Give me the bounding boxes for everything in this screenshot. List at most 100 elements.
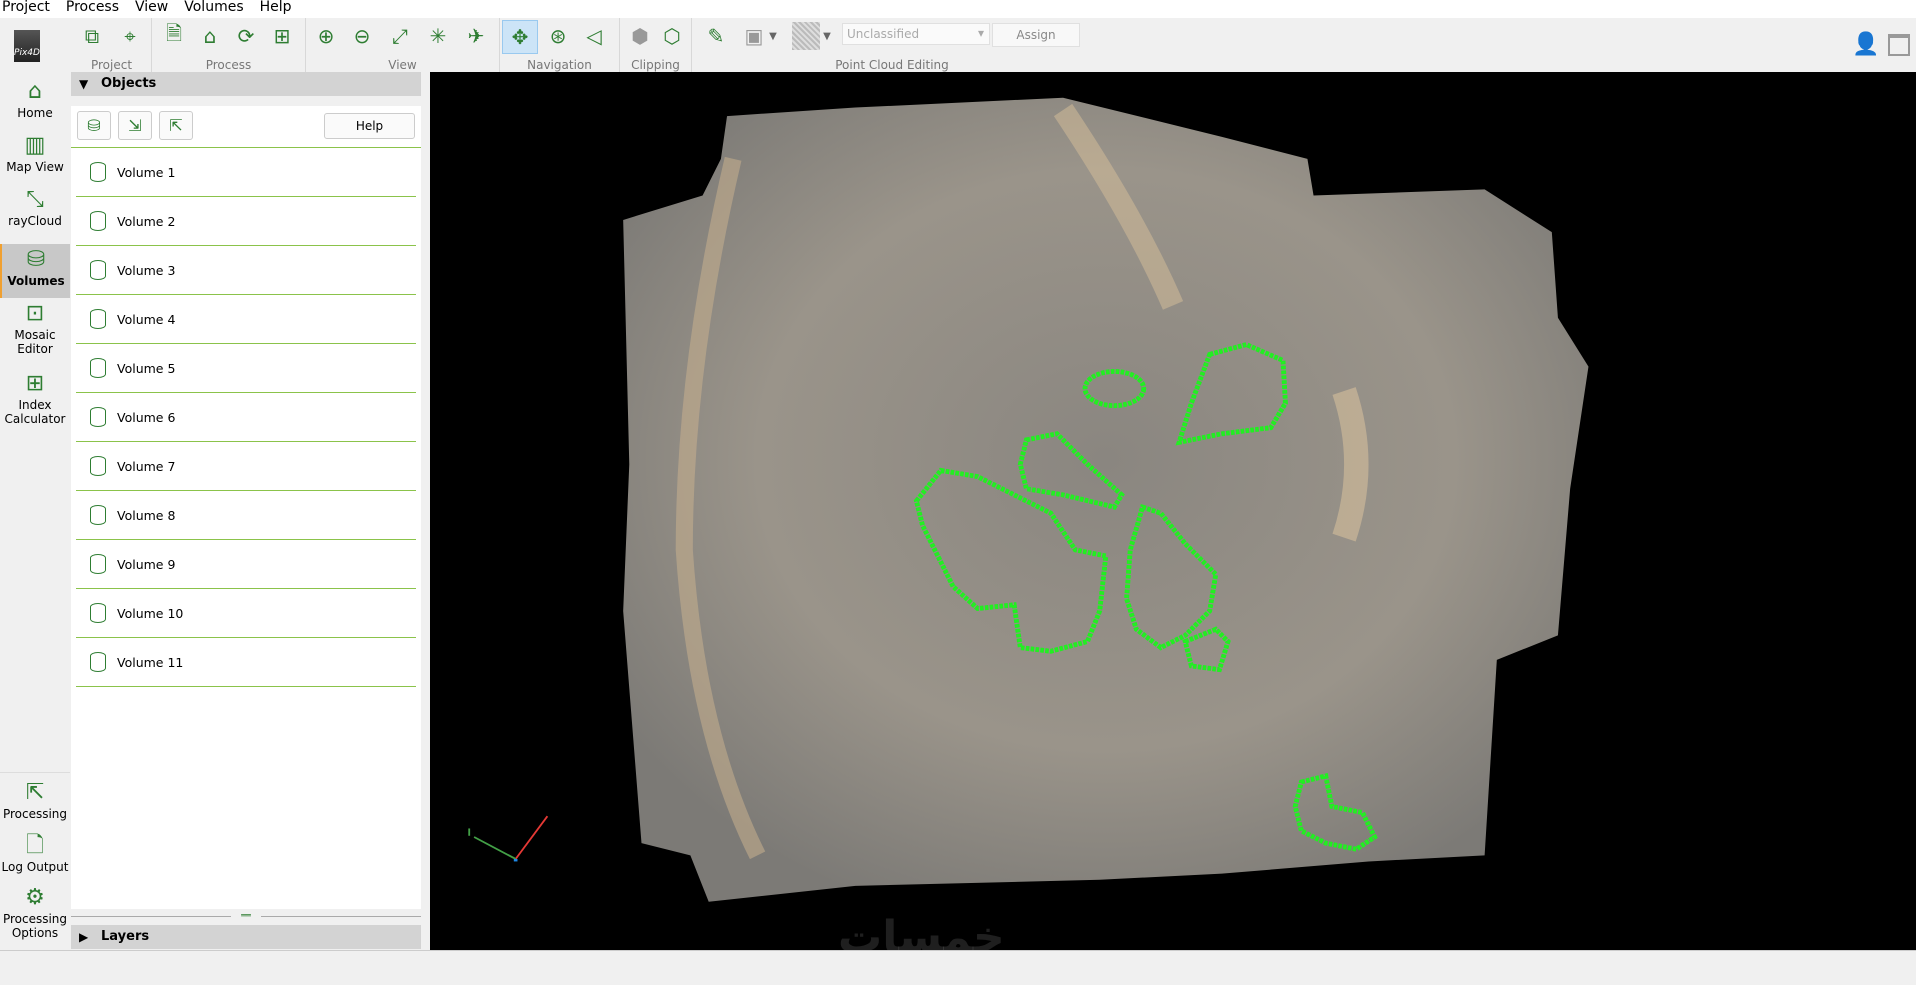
assign-button[interactable]: Assign <box>992 23 1080 47</box>
volume-list-item[interactable]: Volume 10 <box>76 589 416 638</box>
volume-list-item[interactable]: Volume 6 <box>76 393 416 442</box>
nav-volumes[interactable]: ⛁ Volumes <box>0 244 70 298</box>
objects-panel: ▼ Objects ⛁ ⇲ ⇱ Help Volume 1 Volume 2 Volu… <box>71 72 421 950</box>
nav-processing-options[interactable]: ⚙ Processing Options <box>0 884 70 950</box>
nav-log-output[interactable]: 🗋 Log Output <box>0 832 70 884</box>
nav-map-view[interactable]: ▥ Map View <box>0 132 70 184</box>
toolbar: Pix4D ⧉ ⌖ Project 🗎 ⌂ ⟳ ⊞ Process ⊕ ⊖ ⤢ … <box>0 18 1916 72</box>
export-icon: ⇱ <box>25 780 45 805</box>
cylinder-icon <box>90 603 106 623</box>
volume-list-item[interactable]: Volume 1 <box>76 148 416 197</box>
menu-process[interactable]: Process <box>58 0 127 18</box>
group-label: Point Cloud Editing <box>835 58 949 72</box>
volume-list-item[interactable]: Volume 4 <box>76 295 416 344</box>
grip-icon[interactable]: ══ <box>231 912 261 920</box>
new-project-icon[interactable]: 🗎 <box>160 21 188 50</box>
volume-list-item[interactable]: Volume 7 <box>76 442 416 491</box>
point-cloud-view[interactable] <box>430 72 1916 950</box>
user-account-icon[interactable]: 👤 <box>1852 32 1879 57</box>
volume-list-item[interactable]: Volume 9 <box>76 540 416 589</box>
layers-header[interactable]: ▶ Layers <box>71 925 421 949</box>
brush-icon[interactable]: ✎ <box>702 22 730 50</box>
cylinder-icon <box>90 162 106 182</box>
import-volume-button[interactable]: ⇲ <box>118 111 152 140</box>
terrain-mesh <box>623 97 1589 902</box>
group-label: Clipping <box>631 58 680 72</box>
axis-gizmo <box>468 815 549 862</box>
cylinder-icon <box>90 407 106 427</box>
nav-mosaic-editor[interactable]: ⊡ Mosaic Editor <box>0 300 70 368</box>
nav-label: Mosaic Editor <box>14 328 56 356</box>
nav-label: Home <box>17 106 53 120</box>
hatch-icon[interactable] <box>792 22 820 50</box>
volume-list-item[interactable]: Volume 2 <box>76 197 416 246</box>
nav-processing[interactable]: ⇱ Processing <box>0 772 70 824</box>
clip-box-icon[interactable]: ⬢ <box>626 22 654 50</box>
layers-panel: ▶ Layers <box>71 925 421 949</box>
volume-name: Volume 11 <box>117 654 184 670</box>
cylinder-icon <box>90 456 106 476</box>
cylinder-icon: ⛁ <box>26 247 46 272</box>
pix4d-logo: Pix4D <box>14 30 40 62</box>
nav-label: Processing Options <box>2 912 68 940</box>
rerun-icon[interactable]: ⟳ <box>232 22 260 50</box>
group-project: ⧉ ⌖ Project <box>72 18 152 72</box>
new-volume-button[interactable]: ⛁ <box>77 111 111 140</box>
window-toggle-icon[interactable] <box>1888 34 1910 56</box>
group-view: ⊕ ⊖ ⤢ ✳ ✈ View <box>306 18 500 72</box>
export-volume-button[interactable]: ⇱ <box>159 111 193 140</box>
nav-label: Map View <box>6 160 64 174</box>
nav-raycloud[interactable]: ⤡ rayCloud <box>0 186 70 238</box>
volume-list-item[interactable]: Volume 5 <box>76 344 416 393</box>
chevron-down-icon[interactable]: ▼ <box>766 22 780 50</box>
nav-home[interactable]: ⌂ Home <box>0 78 70 130</box>
fit-all-icon[interactable]: ⤢ <box>386 22 414 50</box>
collapse-icon[interactable]: ✳ <box>424 22 452 50</box>
open-folder-icon[interactable]: ⌂ <box>196 22 224 50</box>
chevron-down-icon[interactable]: ▼ <box>820 22 834 50</box>
cylinder-icon <box>90 260 106 280</box>
watermark: خمسات <box>838 912 1005 950</box>
trackball-icon[interactable]: ✥ <box>502 20 538 54</box>
cylinder-icon <box>90 211 106 231</box>
nav-label: Log Output <box>1 860 69 874</box>
volume-list-item[interactable]: Volume 8 <box>76 491 416 540</box>
home-icon: ⌂ <box>28 79 42 104</box>
orbit-icon[interactable]: ⊛ <box>544 22 572 50</box>
volume-name: Volume 7 <box>117 458 176 474</box>
panel-splitter[interactable]: ══ <box>71 912 421 920</box>
log-icon: 🗋 <box>26 833 44 858</box>
group-label: View <box>388 58 417 72</box>
menu-project[interactable]: Project <box>0 0 58 18</box>
cylinder-icon <box>90 652 106 672</box>
volume-list-item[interactable]: Volume 11 <box>76 638 416 687</box>
gcp-target-icon[interactable]: ⌖ <box>116 22 144 50</box>
perspective-icon[interactable]: ◁ <box>580 22 608 50</box>
menu-help[interactable]: Help <box>252 0 300 18</box>
classification-select[interactable]: Unclassified <box>842 23 990 45</box>
3d-viewport[interactable]: خمسات <box>430 72 1916 950</box>
volume-name: Volume 8 <box>117 507 176 523</box>
fly-icon[interactable]: ✈ <box>462 22 490 50</box>
menu-view[interactable]: View <box>127 0 176 18</box>
menu-bar: Project Process View Volumes Help <box>0 0 1916 18</box>
group-process: 🗎 ⌂ ⟳ ⊞ Process <box>152 18 306 72</box>
volume-list-item[interactable]: Volume 3 <box>76 246 416 295</box>
group-label: Project <box>90 58 133 72</box>
cylinder-icon <box>90 505 106 525</box>
left-nav: ⌂ Home ▥ Map View ⤡ rayCloud ⛁ Volumes ⊡ Mosa… <box>0 72 70 950</box>
nav-index-calculator[interactable]: ⊞ Index Calculator <box>0 370 70 438</box>
volume-name: Volume 6 <box>117 409 176 425</box>
clip-edit-icon[interactable]: ⬡ <box>658 22 686 50</box>
add-step-icon[interactable]: ⊞ <box>268 22 296 50</box>
menu-volumes[interactable]: Volumes <box>176 0 251 18</box>
zoom-in-icon[interactable]: ⊕ <box>312 22 340 50</box>
zoom-out-icon[interactable]: ⊖ <box>348 22 376 50</box>
volume-name: Volume 5 <box>117 360 176 376</box>
help-button[interactable]: Help <box>324 113 415 139</box>
volume-name: Volume 2 <box>117 213 176 229</box>
volume-name: Volume 1 <box>117 164 176 180</box>
objects-header[interactable]: ▼ Objects <box>71 72 421 96</box>
point-select-icon[interactable]: ▣ <box>740 22 768 50</box>
camera-stack-icon[interactable]: ⧉ <box>78 22 106 50</box>
